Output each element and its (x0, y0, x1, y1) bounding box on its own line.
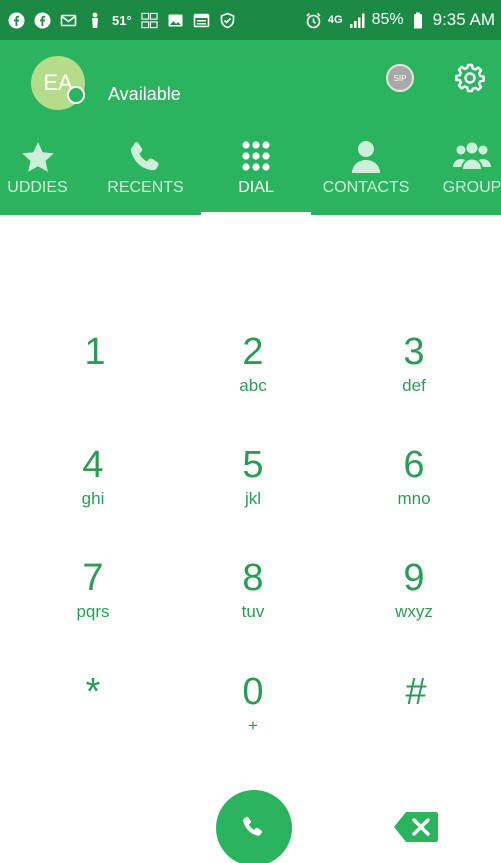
key-letters: abc (239, 376, 267, 395)
gallery-icon (167, 12, 184, 29)
call-button[interactable] (216, 790, 292, 863)
dial-key-4[interactable]: 4 ghi (33, 443, 153, 533)
facebook-icon (8, 12, 25, 29)
key-letters: mno (397, 489, 431, 508)
battery-icon (410, 12, 427, 29)
calendar-icon (193, 12, 210, 29)
star-icon (21, 142, 54, 172)
key-letters: wxyz (395, 602, 433, 621)
mail-icon (60, 12, 77, 29)
clock-text: 9:35 AM (432, 10, 495, 29)
key-digit: 5 (242, 444, 264, 486)
dial-key-8[interactable]: 8 tuv (193, 556, 313, 646)
app-header: EA Available SIP UDDIES RECENTS DIAL CON… (0, 40, 501, 215)
dial-key-star[interactable]: * (33, 670, 153, 760)
dial-key-hash[interactable]: # (356, 670, 476, 760)
sip-label: SIP (393, 73, 407, 83)
key-digit: 2 (242, 331, 264, 373)
signal-icon (349, 12, 366, 29)
tab-bar: UDDIES RECENTS DIAL CONTACTS GROUP (0, 135, 501, 215)
dial-key-1[interactable]: 1 (35, 330, 155, 420)
key-letters: tuv (241, 602, 265, 621)
dialpad-icon (242, 141, 270, 171)
phone-icon (243, 816, 262, 836)
dial-key-0[interactable]: 0 + (193, 670, 313, 760)
tab-buddies[interactable]: UDDIES (0, 135, 85, 215)
tab-label: CONTACTS (322, 179, 410, 196)
tab-recents[interactable]: RECENTS (98, 135, 193, 215)
facebook-icon (34, 12, 51, 29)
tab-label: DIAL (238, 179, 274, 196)
key-digit: * (85, 671, 101, 713)
tab-groups[interactable]: GROUP (432, 135, 501, 215)
network-type-text: 4G (327, 14, 343, 26)
dial-key-9[interactable]: 9 wxyz (354, 556, 474, 646)
dial-key-3[interactable]: 3 def (354, 330, 474, 420)
key-digit: 7 (82, 557, 104, 599)
key-digit: 3 (403, 331, 425, 373)
key-digit: 6 (403, 444, 425, 486)
tab-label: RECENTS (107, 179, 184, 196)
key-digit: # (405, 671, 427, 713)
backspace-icon (394, 812, 438, 842)
temperature-text: 51° (112, 12, 132, 28)
person-icon (352, 141, 380, 173)
key-letters: jkl (244, 489, 262, 508)
phone-icon (130, 142, 159, 171)
person-status-icon (86, 12, 103, 29)
key-digit: 8 (242, 557, 264, 599)
key-digit: 0 (242, 671, 264, 713)
gear-icon (455, 63, 485, 93)
key-digit: 1 (84, 331, 106, 373)
tab-contacts[interactable]: CONTACTS (316, 135, 416, 215)
dial-key-5[interactable]: 5 jkl (193, 443, 313, 533)
tab-label: UDDIES (7, 179, 68, 196)
active-tab-indicator (201, 212, 311, 215)
sip-button[interactable]: SIP (386, 64, 414, 92)
status-bar: 51° 4G 85% 9:35 AM (0, 0, 501, 40)
dial-key-2[interactable]: 2 abc (193, 330, 313, 420)
alarm-icon (305, 12, 322, 29)
dial-key-6[interactable]: 6 mno (354, 443, 474, 533)
presence-dot (67, 86, 85, 104)
status-bar-right: 4G 85% 9:35 AM (305, 0, 495, 40)
presence-status[interactable]: Available (108, 84, 181, 105)
tab-dial[interactable]: DIAL (208, 135, 304, 215)
key-letters: + (248, 716, 258, 735)
battery-percent-text: 85% (371, 11, 404, 28)
tab-label: GROUP (442, 179, 501, 196)
key-digit: 9 (403, 557, 425, 599)
key-letters: ghi (81, 489, 105, 508)
shield-icon (219, 12, 236, 29)
key-letters: pqrs (76, 602, 110, 621)
key-digit: 4 (82, 444, 104, 486)
backspace-button[interactable] (393, 811, 439, 843)
dial-key-7[interactable]: 7 pqrs (33, 556, 153, 646)
key-letters: def (402, 376, 426, 395)
screen-mirror-icon (141, 12, 158, 29)
settings-button[interactable] (454, 62, 486, 94)
status-bar-left: 51° (8, 0, 236, 40)
group-icon (453, 142, 491, 169)
